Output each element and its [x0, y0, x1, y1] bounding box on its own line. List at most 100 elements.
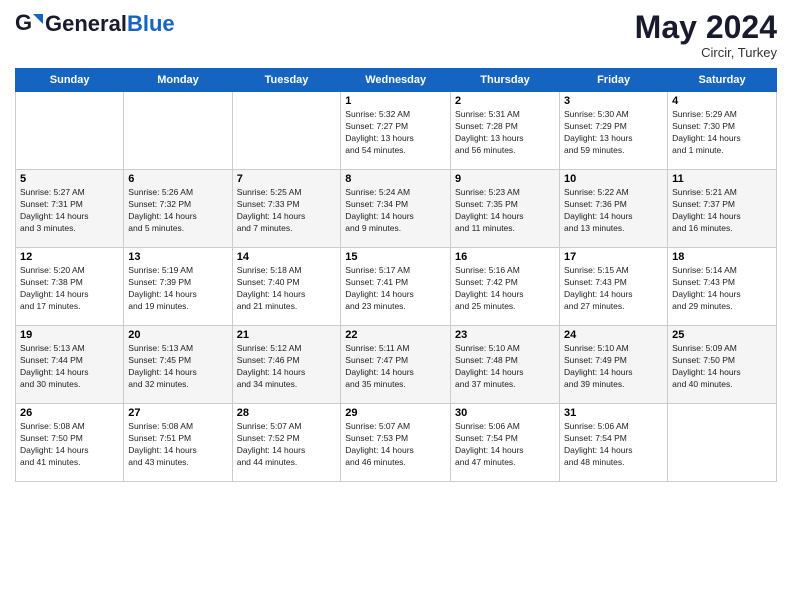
day-number: 18 — [672, 251, 772, 263]
table-cell: 15 Sunrise: 5:17 AMSunset: 7:41 PMDayligh… — [341, 248, 451, 326]
title-block: May 2024 Circir, Turkey — [635, 10, 777, 60]
table-cell: 23 Sunrise: 5:10 AMSunset: 7:48 PMDayligh… — [451, 326, 560, 404]
day-number: 24 — [564, 329, 663, 341]
day-number: 25 — [672, 329, 772, 341]
table-cell: 25 Sunrise: 5:09 AMSunset: 7:50 PMDayligh… — [668, 326, 777, 404]
day-number: 2 — [455, 95, 555, 107]
table-cell: 3 Sunrise: 5:30 AMSunset: 7:29 PMDaylight… — [560, 92, 668, 170]
calendar-table: Sunday Monday Tuesday Wednesday Thursday… — [15, 68, 777, 482]
table-cell: 20 Sunrise: 5:13 AMSunset: 7:45 PMDayligh… — [124, 326, 232, 404]
day-info: Sunrise: 5:15 AMSunset: 7:43 PMDaylight:… — [564, 265, 663, 313]
header: G GeneralBlue May 2024 Circir, Turkey — [15, 10, 777, 60]
day-number: 12 — [20, 251, 119, 263]
table-cell: 17 Sunrise: 5:15 AMSunset: 7:43 PMDayligh… — [560, 248, 668, 326]
day-number: 21 — [237, 329, 337, 341]
day-info: Sunrise: 5:25 AMSunset: 7:33 PMDaylight:… — [237, 187, 337, 235]
table-cell: 2 Sunrise: 5:31 AMSunset: 7:28 PMDaylight… — [451, 92, 560, 170]
col-tuesday: Tuesday — [232, 69, 341, 92]
day-info: Sunrise: 5:07 AMSunset: 7:53 PMDaylight:… — [345, 421, 446, 469]
day-info: Sunrise: 5:26 AMSunset: 7:32 PMDaylight:… — [128, 187, 227, 235]
day-info: Sunrise: 5:31 AMSunset: 7:28 PMDaylight:… — [455, 109, 555, 157]
day-number: 7 — [237, 173, 337, 185]
week-row-3: 12 Sunrise: 5:20 AMSunset: 7:38 PMDayligh… — [16, 248, 777, 326]
day-number: 16 — [455, 251, 555, 263]
table-cell: 7 Sunrise: 5:25 AMSunset: 7:33 PMDaylight… — [232, 170, 341, 248]
table-cell: 27 Sunrise: 5:08 AMSunset: 7:51 PMDayligh… — [124, 404, 232, 482]
col-friday: Friday — [560, 69, 668, 92]
day-number: 20 — [128, 329, 227, 341]
week-row-2: 5 Sunrise: 5:27 AMSunset: 7:31 PMDaylight… — [16, 170, 777, 248]
day-number: 23 — [455, 329, 555, 341]
day-info: Sunrise: 5:12 AMSunset: 7:46 PMDaylight:… — [237, 343, 337, 391]
week-row-4: 19Sunrise: 5:13 AMSunset: 7:44 PMDayligh… — [16, 326, 777, 404]
day-info: Sunrise: 5:32 AMSunset: 7:27 PMDaylight:… — [345, 109, 446, 157]
day-number: 13 — [128, 251, 227, 263]
table-cell: 16 Sunrise: 5:16 AMSunset: 7:42 PMDayligh… — [451, 248, 560, 326]
day-info: Sunrise: 5:20 AMSunset: 7:38 PMDaylight:… — [20, 265, 119, 313]
day-info: Sunrise: 5:10 AMSunset: 7:49 PMDaylight:… — [564, 343, 663, 391]
day-number: 26 — [20, 407, 119, 419]
day-number: 5 — [20, 173, 119, 185]
day-info: Sunrise: 5:08 AMSunset: 7:51 PMDaylight:… — [128, 421, 227, 469]
table-cell: 18Sunrise: 5:14 AMSunset: 7:43 PMDayligh… — [668, 248, 777, 326]
day-number: 15 — [345, 251, 446, 263]
day-info: Sunrise: 5:13 AMSunset: 7:45 PMDaylight:… — [128, 343, 227, 391]
day-info: Sunrise: 5:11 AMSunset: 7:47 PMDaylight:… — [345, 343, 446, 391]
day-number: 3 — [564, 95, 663, 107]
day-number: 11 — [672, 173, 772, 185]
day-info: Sunrise: 5:09 AMSunset: 7:50 PMDaylight:… — [672, 343, 772, 391]
day-info: Sunrise: 5:06 AMSunset: 7:54 PMDaylight:… — [455, 421, 555, 469]
week-row-5: 26Sunrise: 5:08 AMSunset: 7:50 PMDayligh… — [16, 404, 777, 482]
week-row-1: 1 Sunrise: 5:32 AMSunset: 7:27 PMDaylight… — [16, 92, 777, 170]
day-info: Sunrise: 5:22 AMSunset: 7:36 PMDaylight:… — [564, 187, 663, 235]
logo: G GeneralBlue — [15, 10, 175, 38]
col-monday: Monday — [124, 69, 232, 92]
col-sunday: Sunday — [16, 69, 124, 92]
col-wednesday: Wednesday — [341, 69, 451, 92]
table-cell: 4 Sunrise: 5:29 AMSunset: 7:30 PMDaylight… — [668, 92, 777, 170]
table-cell: 12 Sunrise: 5:20 AMSunset: 7:38 PMDayligh… — [16, 248, 124, 326]
logo-text: GeneralBlue — [45, 11, 175, 36]
day-info: Sunrise: 5:10 AMSunset: 7:48 PMDaylight:… — [455, 343, 555, 391]
day-info: Sunrise: 5:30 AMSunset: 7:29 PMDaylight:… — [564, 109, 663, 157]
table-cell: 29 Sunrise: 5:07 AMSunset: 7:53 PMDayligh… — [341, 404, 451, 482]
svg-text:G: G — [15, 10, 32, 35]
day-info: Sunrise: 5:27 AMSunset: 7:31 PMDaylight:… — [20, 187, 119, 235]
day-number: 17 — [564, 251, 663, 263]
day-number: 29 — [345, 407, 446, 419]
page-container: G GeneralBlue May 2024 Circir, Turkey Su… — [0, 0, 792, 487]
day-number: 4 — [672, 95, 772, 107]
table-cell — [668, 404, 777, 482]
day-info: Sunrise: 5:21 AMSunset: 7:37 PMDaylight:… — [672, 187, 772, 235]
day-info: Sunrise: 5:19 AMSunset: 7:39 PMDaylight:… — [128, 265, 227, 313]
day-number: 10 — [564, 173, 663, 185]
table-cell: 11 Sunrise: 5:21 AMSunset: 7:37 PMDayligh… — [668, 170, 777, 248]
day-number: 8 — [345, 173, 446, 185]
table-cell: 22 Sunrise: 5:11 AMSunset: 7:47 PMDayligh… — [341, 326, 451, 404]
table-cell: 10 Sunrise: 5:22 AMSunset: 7:36 PMDayligh… — [560, 170, 668, 248]
day-number: 1 — [345, 95, 446, 107]
table-cell: 9 Sunrise: 5:23 AMSunset: 7:35 PMDaylight… — [451, 170, 560, 248]
table-cell — [232, 92, 341, 170]
day-info: Sunrise: 5:23 AMSunset: 7:35 PMDaylight:… — [455, 187, 555, 235]
table-cell: 5 Sunrise: 5:27 AMSunset: 7:31 PMDaylight… — [16, 170, 124, 248]
logo-icon: G — [15, 10, 43, 38]
table-cell: 24 Sunrise: 5:10 AMSunset: 7:49 PMDayligh… — [560, 326, 668, 404]
day-info: Sunrise: 5:29 AMSunset: 7:30 PMDaylight:… — [672, 109, 772, 157]
day-number: 27 — [128, 407, 227, 419]
table-cell: 13 Sunrise: 5:19 AMSunset: 7:39 PMDayligh… — [124, 248, 232, 326]
table-cell: 28Sunrise: 5:07 AMSunset: 7:52 PMDayligh… — [232, 404, 341, 482]
day-number: 6 — [128, 173, 227, 185]
day-info: Sunrise: 5:16 AMSunset: 7:42 PMDaylight:… — [455, 265, 555, 313]
month-year: May 2024 — [635, 10, 777, 45]
day-number: 14 — [237, 251, 337, 263]
day-number: 9 — [455, 173, 555, 185]
day-info: Sunrise: 5:17 AMSunset: 7:41 PMDaylight:… — [345, 265, 446, 313]
day-info: Sunrise: 5:06 AMSunset: 7:54 PMDaylight:… — [564, 421, 663, 469]
table-cell: 31Sunrise: 5:06 AMSunset: 7:54 PMDayligh… — [560, 404, 668, 482]
day-number: 30 — [455, 407, 555, 419]
table-cell: 26Sunrise: 5:08 AMSunset: 7:50 PMDayligh… — [16, 404, 124, 482]
day-number: 22 — [345, 329, 446, 341]
day-number: 19 — [20, 329, 119, 341]
col-thursday: Thursday — [451, 69, 560, 92]
